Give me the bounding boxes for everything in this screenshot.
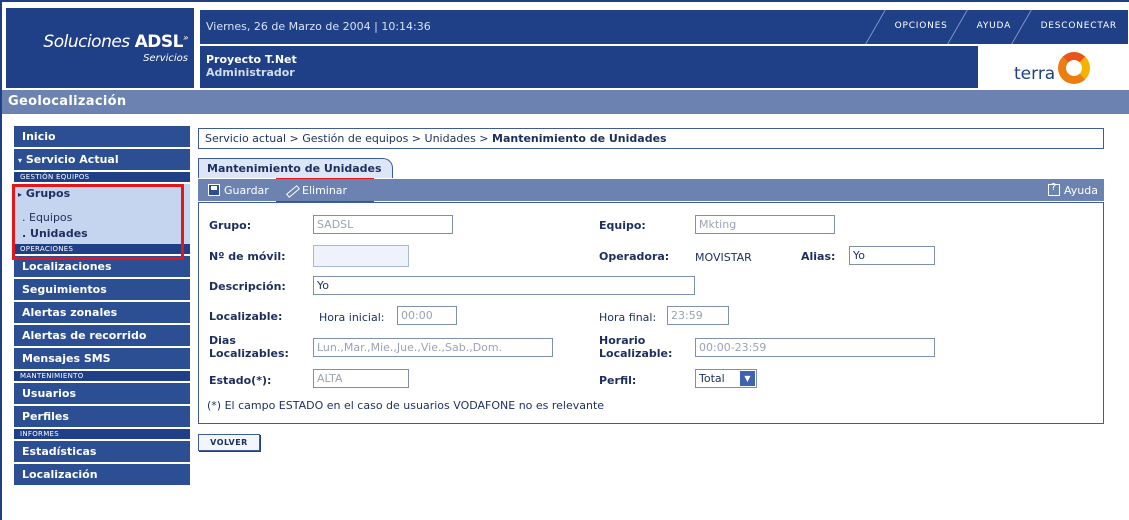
estado-field[interactable]: ALTA: [313, 369, 409, 388]
sidebar-heading-gestion-equipos: GESTIÓN EQUIPOS: [14, 172, 190, 182]
toolbar: Guardar Eliminar Ayuda: [198, 179, 1104, 201]
hora-inicial-label: Hora inicial:: [319, 311, 385, 324]
operadora-value: MOVISTAR: [695, 251, 752, 264]
sidebar: Inicio ▾ Servicio Actual GESTIÓN EQUIPOS…: [14, 126, 190, 487]
breadcrumb: Servicio actual > Gestión de equipos > U…: [198, 128, 1104, 149]
perfil-select-value: Total: [699, 372, 725, 385]
brand-logo: Soluciones ADSL» Servicios: [6, 8, 194, 88]
breadcrumb-path: Servicio actual > Gestión de equipos > U…: [205, 132, 493, 145]
dias-label-1: Dias: [209, 334, 236, 347]
chevron-down-icon: ▼: [740, 371, 755, 386]
volver-button[interactable]: VOLVER: [198, 434, 260, 451]
save-button[interactable]: Guardar: [208, 182, 269, 198]
sidebar-item-mensajes-sms[interactable]: Mensajes SMS: [14, 348, 190, 369]
sidebar-item-estadisticas[interactable]: Estadísticas: [14, 441, 190, 462]
terra-ring-icon: [1058, 52, 1090, 84]
horario-label-2: Localizable:: [599, 347, 673, 360]
perfil-label: Perfil:: [599, 374, 637, 387]
project-info: Proyecto T.Net Administrador: [200, 46, 978, 88]
estado-note: (*) El campo ESTADO en el caso de usuari…: [207, 399, 605, 412]
horario-field[interactable]: 00:00-23:59: [695, 338, 935, 357]
datetime: Viernes, 26 de Marzo de 2004 | 10:14:36: [206, 20, 431, 33]
grupo-field[interactable]: SADSL: [313, 215, 453, 234]
tab-mantenimiento-unidades[interactable]: Mantenimiento de Unidades: [198, 158, 393, 178]
sidebar-item-inicio[interactable]: Inicio: [14, 126, 190, 147]
dias-label-2: Localizables:: [209, 347, 289, 360]
perfil-select[interactable]: Total ▼: [695, 369, 757, 388]
unit-form: Grupo: SADSL Equipo: Mkting Nº de móvil:…: [198, 202, 1104, 424]
project-name: Proyecto T.Net: [206, 53, 297, 66]
eraser-icon: [284, 184, 298, 196]
sidebar-item-alertas-recorrido[interactable]: Alertas de recorrido: [14, 325, 190, 346]
sidebar-item-servicio-actual[interactable]: ▾ Servicio Actual: [14, 149, 190, 170]
estado-label: Estado(*):: [209, 374, 272, 387]
equipo-field[interactable]: Mkting: [695, 215, 835, 234]
movil-label: Nº de móvil:: [209, 250, 286, 263]
top-bar: Viernes, 26 de Marzo de 2004 | 10:14:36 …: [200, 10, 1129, 44]
floppy-disk-icon: [208, 184, 220, 196]
hora-final-field[interactable]: 23:59: [667, 306, 729, 325]
equipo-label: Equipo:: [599, 219, 646, 232]
brand-bold: ADSL: [134, 32, 184, 52]
hora-inicial-field[interactable]: 00:00: [397, 306, 457, 325]
top-menu: OPCIONES AYUDA DESCONECTAR: [865, 10, 1129, 44]
dias-field[interactable]: Lun.,Mar.,Mie.,Jue.,Vie.,Sab.,Dom.: [313, 338, 553, 357]
breadcrumb-current: Mantenimiento de Unidades: [492, 132, 667, 145]
highlight-box-grupos: [12, 184, 184, 260]
sidebar-item-perfiles[interactable]: Perfiles: [14, 406, 190, 427]
sidebar-item-alertas-zonales[interactable]: Alertas zonales: [14, 302, 190, 323]
sidebar-heading-informes: INFORMES: [14, 429, 190, 439]
localizable-label: Localizable:: [209, 310, 283, 323]
alias-field[interactable]: Yo: [849, 246, 935, 265]
section-title: Geolocalización: [2, 90, 1129, 114]
sidebar-item-usuarios[interactable]: Usuarios: [14, 383, 190, 404]
help-button[interactable]: Ayuda: [1048, 182, 1098, 198]
hora-final-label: Hora final:: [599, 311, 657, 324]
operadora-label: Operadora:: [599, 250, 670, 263]
brand-main: Soluciones: [43, 32, 130, 52]
menu-desconectar[interactable]: DESCONECTAR: [1010, 10, 1129, 44]
partner-logo: terra: [982, 46, 1128, 88]
descripcion-field[interactable]: Yo: [313, 276, 695, 295]
horario-label-1: Horario: [599, 334, 646, 347]
brand-sup: »: [182, 33, 189, 44]
partner-logo-text: terra: [1014, 64, 1056, 84]
grupo-label: Grupo:: [209, 219, 252, 232]
descripcion-label: Descripción:: [209, 280, 286, 293]
triangle-down-icon: ▾: [18, 156, 23, 165]
delete-button[interactable]: Eliminar: [284, 182, 347, 198]
help-icon: [1048, 182, 1061, 196]
movil-field[interactable]: [313, 245, 409, 267]
sidebar-heading-mantenimiento: MANTENIMIENTO: [14, 371, 190, 381]
sidebar-item-seguimientos[interactable]: Seguimientos: [14, 279, 190, 300]
user-role: Administrador: [206, 66, 295, 79]
app-frame: Soluciones ADSL» Servicios Viernes, 26 d…: [0, 0, 1129, 520]
brand-sub: Servicios: [143, 53, 188, 64]
alias-label: Alias:: [801, 250, 836, 263]
sidebar-item-localizacion[interactable]: Localización: [14, 464, 190, 485]
